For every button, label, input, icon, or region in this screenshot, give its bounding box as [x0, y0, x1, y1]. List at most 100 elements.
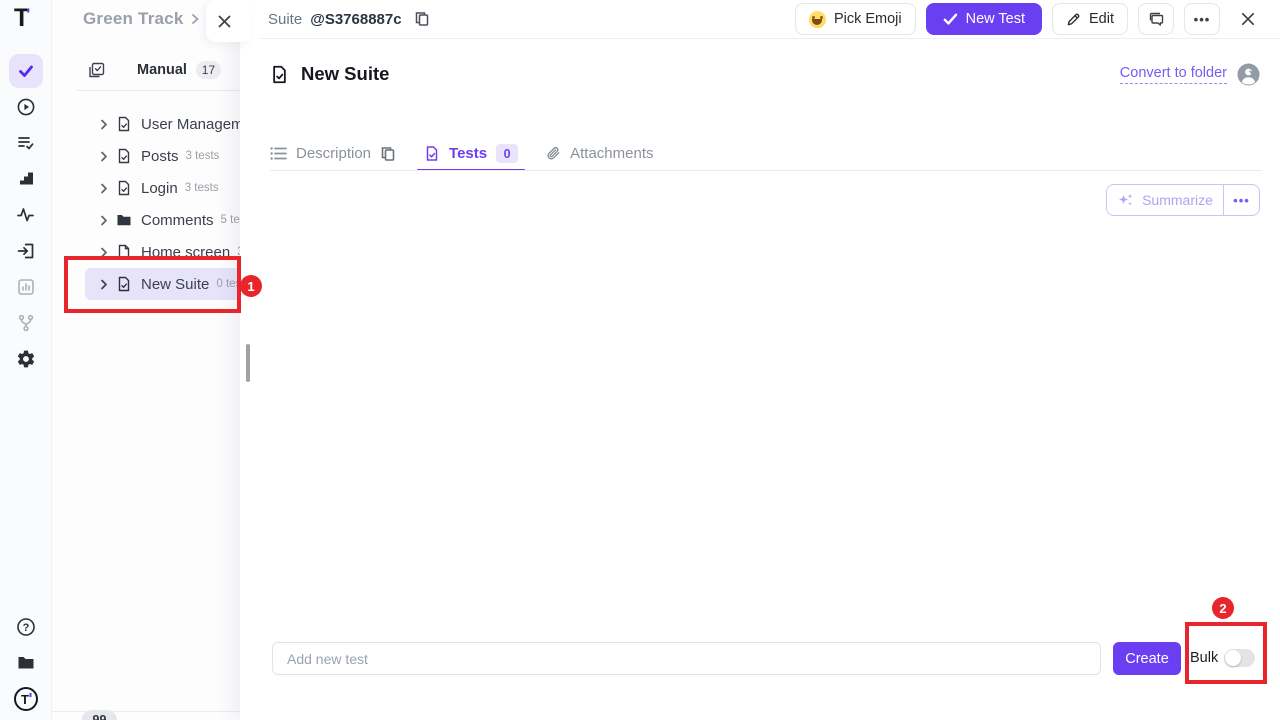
edit-label: Edit	[1089, 11, 1114, 27]
copy-description-icon[interactable]	[380, 146, 396, 162]
assignee-avatar[interactable]	[1237, 63, 1260, 86]
close-panel-tab[interactable]	[206, 0, 252, 42]
bulk-label: Bulk	[1190, 650, 1218, 666]
suite-detail-panel: Suite @S3768887c Pick Emoji New Test Edi…	[240, 0, 1280, 720]
select-all-icon[interactable]	[88, 62, 105, 79]
sidebar-bottom-badge: 99	[82, 710, 117, 720]
project-title: Green Track	[83, 9, 183, 29]
new-test-label: New Test	[966, 11, 1025, 27]
ellipsis-icon: •••	[1233, 193, 1250, 208]
suite-doc-icon	[116, 116, 132, 132]
title-row: New Suite Convert to folder	[270, 58, 1260, 90]
tests-count-badge: 0	[496, 144, 518, 163]
rail-runs-button[interactable]	[9, 90, 43, 124]
stairs-icon	[16, 169, 36, 189]
summarize-button-group: Summarize •••	[1106, 184, 1260, 216]
rail-steps-button[interactable]	[9, 162, 43, 196]
summarize-more-button[interactable]: •••	[1223, 185, 1259, 215]
import-icon	[16, 241, 36, 261]
rail-help-button[interactable]: ?	[9, 610, 43, 644]
list-check-icon	[16, 133, 36, 153]
add-test-input[interactable]	[272, 642, 1101, 675]
icon-rail: T'	[0, 0, 52, 720]
tests-doc-icon	[424, 145, 440, 162]
pulse-icon	[16, 205, 36, 225]
sidebar-bottom-divider	[52, 711, 240, 712]
comments-icon	[1148, 11, 1165, 28]
svg-text:?: ?	[23, 622, 30, 634]
bar-chart-icon	[16, 277, 36, 297]
suite-doc-icon	[116, 276, 132, 292]
chevron-right-icon[interactable]	[99, 151, 109, 162]
folder-icon	[116, 212, 132, 228]
suite-name: Comments	[141, 212, 214, 229]
tab-manual[interactable]: Manual	[137, 62, 187, 78]
page-title: New Suite	[301, 63, 389, 85]
rail-tests-button[interactable]	[9, 54, 43, 88]
gear-icon	[16, 349, 36, 369]
tab-description[interactable]: Description	[270, 145, 396, 162]
chevron-right-icon[interactable]	[99, 279, 109, 290]
breadcrumb[interactable]: Green Track	[83, 6, 200, 32]
help-icon: ?	[15, 616, 37, 638]
tab-attachments[interactable]: Attachments	[546, 145, 653, 162]
summarize-button[interactable]: Summarize	[1107, 185, 1223, 215]
copy-id-icon[interactable]	[414, 11, 430, 27]
suite-count: 3 tests	[185, 182, 219, 194]
edit-button[interactable]: Edit	[1052, 3, 1128, 35]
doc-icon	[116, 244, 132, 260]
tab-tests[interactable]: Tests 0	[424, 144, 518, 163]
panel-header: Suite @S3768887c Pick Emoji New Test Edi…	[240, 0, 1280, 38]
rail-import-button[interactable]	[9, 234, 43, 268]
summarize-label: Summarize	[1142, 192, 1213, 208]
paperclip-icon	[546, 145, 561, 162]
tab-description-label: Description	[296, 145, 371, 162]
tab-tests-label: Tests	[449, 145, 487, 162]
play-circle-icon	[16, 97, 36, 117]
suite-name: Login	[141, 180, 178, 197]
suite-count: 3 tests	[186, 150, 220, 162]
new-test-button[interactable]: New Test	[926, 3, 1042, 35]
chevron-right-icon	[191, 13, 200, 25]
create-button[interactable]: Create	[1113, 642, 1181, 675]
rail-projects-button[interactable]	[9, 646, 43, 680]
manual-count-badge: 17	[196, 61, 221, 79]
close-icon	[1240, 11, 1256, 27]
suite-name: Posts	[141, 148, 179, 165]
svg-text:T: T	[21, 692, 29, 707]
rail-analytics-button[interactable]	[9, 270, 43, 304]
more-button[interactable]: •••	[1184, 3, 1220, 35]
folder-icon	[16, 653, 36, 673]
comments-button[interactable]	[1138, 3, 1174, 35]
check-icon	[15, 60, 37, 82]
close-panel-button[interactable]	[1234, 5, 1262, 33]
rail-settings-button[interactable]	[9, 342, 43, 376]
app-logo[interactable]: T'	[14, 4, 29, 33]
suite-doc-icon	[116, 180, 132, 196]
sidebar-scrollbar-thumb[interactable]	[246, 344, 250, 382]
logo-circle-icon: T	[13, 686, 39, 712]
check-icon	[943, 13, 958, 26]
chevron-right-icon[interactable]	[99, 119, 109, 130]
toggle-knob	[1225, 650, 1241, 666]
chevron-right-icon[interactable]	[99, 215, 109, 226]
suite-name: New Suite	[141, 276, 209, 293]
rail-pulse-button[interactable]	[9, 198, 43, 232]
suite-name: Home screen	[141, 244, 230, 261]
convert-to-folder-link[interactable]: Convert to folder	[1120, 65, 1227, 84]
rail-branches-button[interactable]	[9, 306, 43, 340]
tab-attachments-label: Attachments	[570, 145, 653, 162]
pencil-icon	[1066, 12, 1081, 27]
chevron-right-icon[interactable]	[99, 247, 109, 258]
detail-tabs: Description Tests 0 Attachments	[270, 137, 653, 170]
rail-profile-button[interactable]: T	[9, 682, 43, 716]
header-divider	[260, 38, 1280, 39]
bulk-toggle[interactable]	[1224, 649, 1255, 667]
close-icon	[217, 14, 232, 29]
ellipsis-icon: •••	[1194, 13, 1211, 26]
pick-emoji-button[interactable]: Pick Emoji	[795, 3, 916, 35]
branch-icon	[16, 313, 36, 333]
rail-plans-button[interactable]	[9, 126, 43, 160]
suite-doc-icon	[270, 65, 289, 84]
chevron-right-icon[interactable]	[99, 183, 109, 194]
